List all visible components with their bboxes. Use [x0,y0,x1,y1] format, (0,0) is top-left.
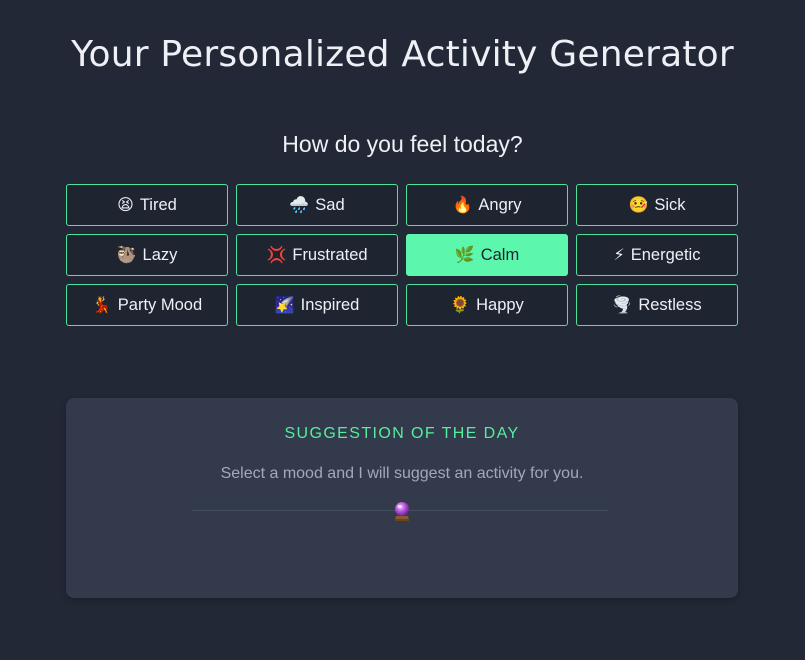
dancer-icon: 💃 [91,295,112,314]
mood-label: Tired [139,195,177,214]
shooting-star-icon: 🌠 [274,295,295,314]
mood-label: Calm [480,245,520,264]
mood-label: Happy [476,295,524,314]
mood-button-inspired[interactable]: 🌠 Inspired [236,284,398,326]
lightning-icon: ⚡ [613,245,625,264]
mood-button-sad[interactable]: 🌧️ Sad [236,184,398,226]
mood-label: Party Mood [117,295,203,314]
tornado-icon: 🌪️ [612,295,633,314]
mood-button-lazy[interactable]: 🦥 Lazy [66,234,228,276]
mood-button-energetic[interactable]: ⚡ Energetic [576,234,738,276]
mood-label: Sick [654,195,686,214]
mood-button-party-mood[interactable]: 💃 Party Mood [66,284,228,326]
mood-label: Lazy [142,245,178,264]
mood-button-angry[interactable]: 🔥 Angry [406,184,568,226]
mood-label: Inspired [300,295,360,314]
suggestion-heading: SUGGESTION OF THE DAY [284,425,520,442]
mood-button-frustrated[interactable]: 💢 Frustrated [236,234,398,276]
mood-label: Restless [638,295,702,314]
page-title: Your Personalized Activity Generator [71,34,734,75]
mood-label: Energetic [630,245,701,264]
mood-button-happy[interactable]: 🌻 Happy [406,284,568,326]
tired-face-icon: 😫 [117,195,134,214]
herb-icon: 🌿 [454,245,475,264]
mood-button-restless[interactable]: 🌪️ Restless [576,284,738,326]
mood-label: Sad [315,195,345,214]
sunflower-icon: 🌻 [450,295,471,314]
suggestion-text: Select a mood and I will suggest an acti… [220,465,584,482]
mood-label: Angry [478,195,522,214]
anger-symbol-icon: 💢 [266,245,287,264]
fire-icon: 🔥 [452,195,473,214]
mood-button-calm[interactable]: 🌿 Calm [406,234,568,276]
rain-cloud-icon: 🌧️ [289,195,310,214]
sick-face-icon: 🤒 [628,195,649,214]
mood-question: How do you feel today? [282,131,523,157]
activity-generator-page: Your Personalized Activity Generator How… [0,0,805,660]
mood-button-sick[interactable]: 🤒 Sick [576,184,738,226]
mood-label: Frustrated [292,245,368,264]
mood-button-tired[interactable]: 😫 Tired [66,184,228,226]
mood-button-grid: 😫 Tired 🌧️ Sad 🔥 Angry 🤒 Sick 🦥 Lazy 💢 Frustrated 🌿 C… [66,184,738,326]
crystal-ball-icon [395,502,409,521]
suggestion-card: SUGGESTION OF THE DAY Select a mood and … [66,398,738,598]
sloth-icon: 🦥 [116,245,137,264]
